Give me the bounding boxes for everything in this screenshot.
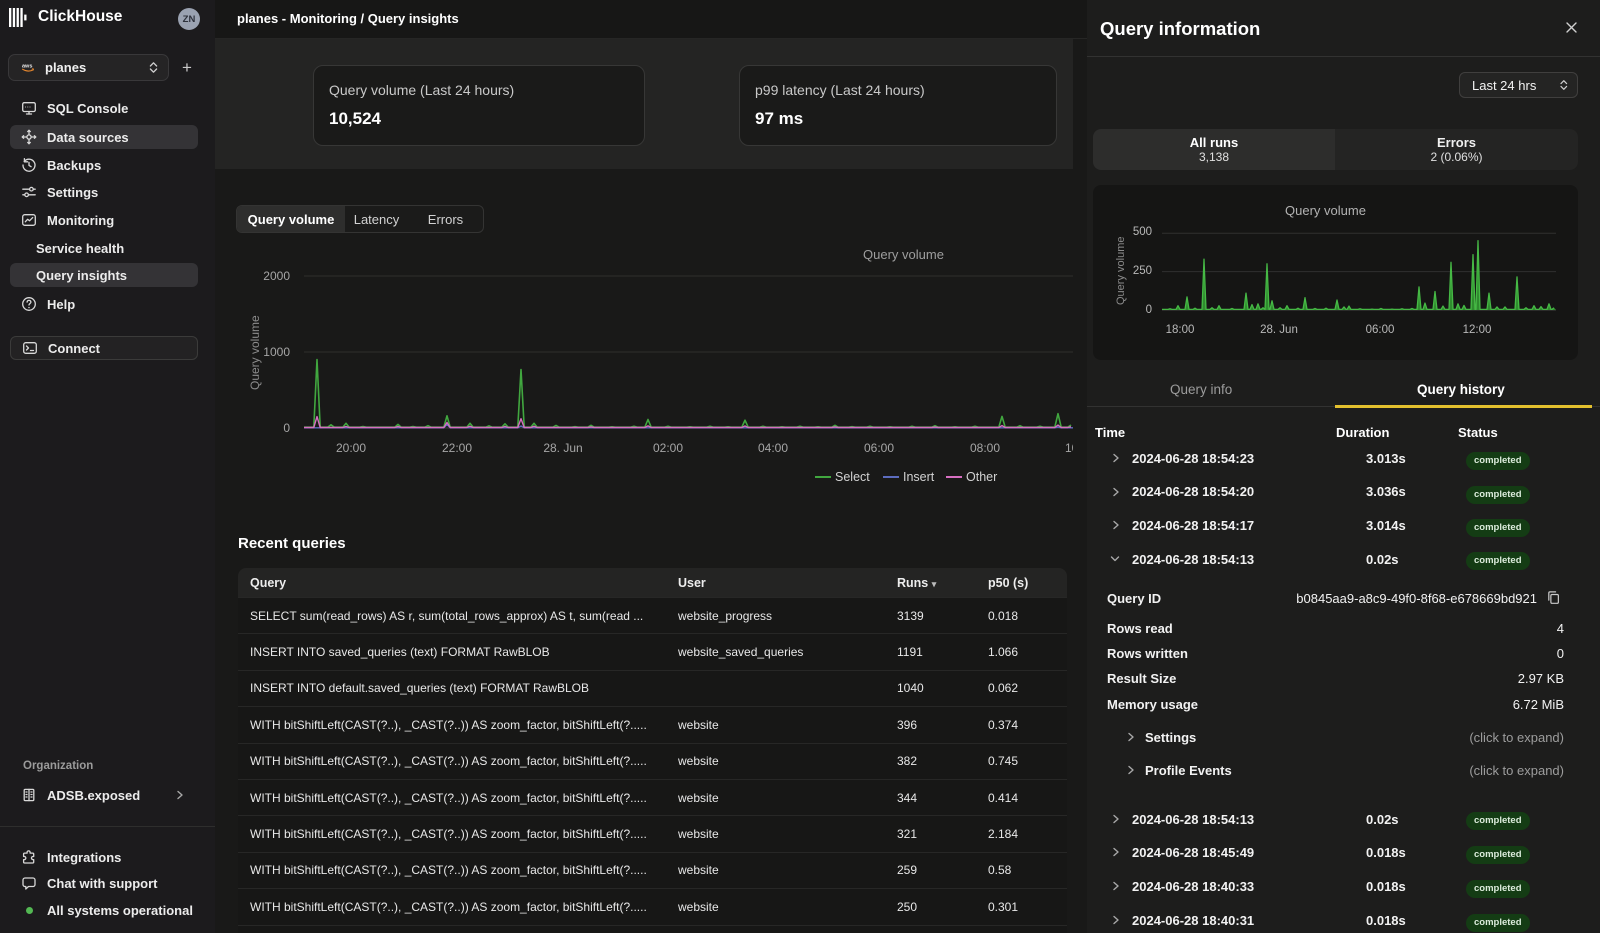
svg-text:aws: aws — [22, 64, 32, 70]
svg-text:Other: Other — [966, 470, 997, 484]
svg-text:Insert: Insert — [903, 470, 935, 484]
svg-text:Select: Select — [835, 470, 870, 484]
